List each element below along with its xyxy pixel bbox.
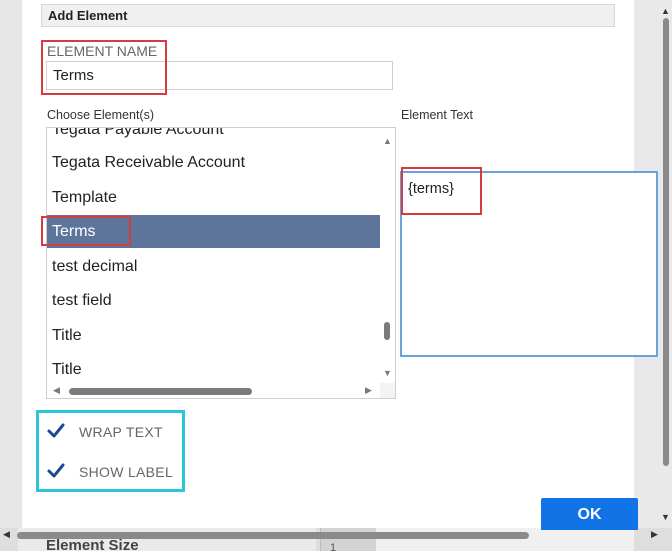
element-listbox[interactable]: Tegata Payable Account Tegata Receivable… <box>46 127 396 399</box>
list-item[interactable]: Tegata Receivable Account <box>47 146 380 179</box>
element-size-stepper[interactable]: 1 <box>330 542 336 554</box>
scroll-down-icon[interactable]: ▼ <box>661 512 670 522</box>
list-item[interactable]: test field <box>47 284 380 317</box>
background-panel-left <box>0 0 22 551</box>
list-item[interactable]: Template <box>47 181 380 214</box>
add-element-dialog: Add Element ELEMENT NAME Choose Element(… <box>22 0 658 530</box>
ok-button[interactable]: OK <box>541 498 638 530</box>
element-text-label: Element Text <box>401 108 474 122</box>
choose-elements-label: Choose Element(s) <box>47 108 154 122</box>
element-name-label: ELEMENT NAME <box>47 43 158 59</box>
checkbox-checked-icon[interactable] <box>46 461 66 481</box>
page-horizontal-scrollbar[interactable]: ◀ ▶ <box>0 528 672 542</box>
scroll-left-icon[interactable]: ◀ <box>3 529 10 540</box>
list-horizontal-scrollbar[interactable]: ◀ ▶ <box>47 383 380 398</box>
scroll-left-icon[interactable]: ◀ <box>53 385 60 396</box>
scroll-right-icon[interactable]: ▶ <box>365 385 372 396</box>
list-item[interactable]: test decimal <box>47 250 380 283</box>
scroll-thumb[interactable] <box>663 18 669 466</box>
list-item[interactable]: Tegata Payable Account <box>47 128 380 146</box>
checkbox-checked-icon[interactable] <box>46 421 66 441</box>
scroll-thumb[interactable] <box>17 532 529 539</box>
wrap-text-label: WRAP TEXT <box>79 424 163 440</box>
list-item-selected[interactable]: Terms <box>47 215 380 248</box>
element-name-input[interactable] <box>46 61 393 90</box>
dialog-title: Add Element <box>48 8 128 23</box>
list-vertical-scrollbar[interactable]: ▲ ▼ <box>380 128 395 383</box>
scroll-up-icon[interactable]: ▲ <box>661 6 670 16</box>
scroll-up-icon[interactable]: ▲ <box>383 137 392 146</box>
element-text-area[interactable]: {terms} <box>400 171 658 357</box>
scrollbar-corner <box>380 383 395 398</box>
dialog-header: Add Element <box>41 4 615 27</box>
show-label-label: SHOW LABEL <box>79 464 174 480</box>
scroll-thumb[interactable] <box>69 388 252 395</box>
scroll-right-icon[interactable]: ▶ <box>651 529 658 540</box>
page-vertical-scrollbar[interactable]: ▲ ▼ <box>660 0 672 528</box>
scroll-down-icon[interactable]: ▼ <box>383 369 392 378</box>
list-item[interactable]: Title <box>47 353 380 386</box>
list-item[interactable]: Title <box>47 319 380 352</box>
scroll-thumb[interactable] <box>384 322 390 340</box>
